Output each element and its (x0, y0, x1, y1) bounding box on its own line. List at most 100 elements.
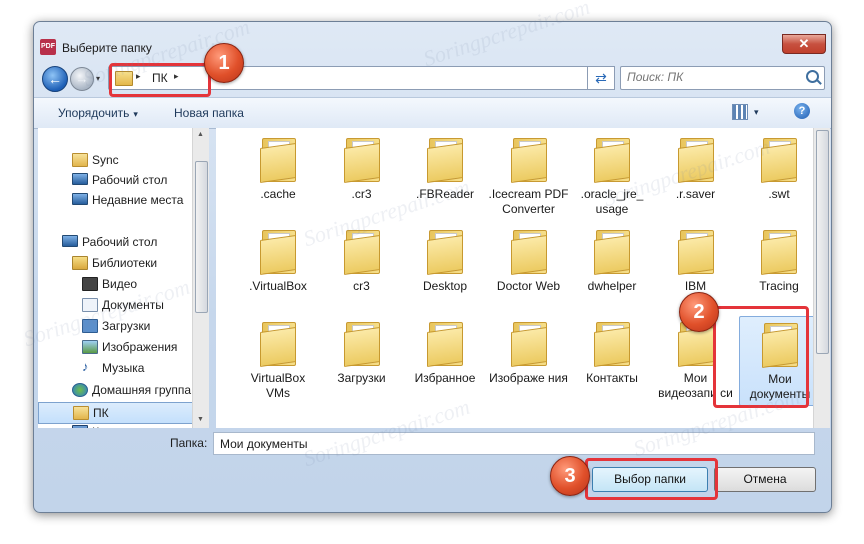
folder-tile[interactable]: Избранное (405, 316, 485, 404)
back-button[interactable]: ← (42, 66, 68, 92)
sidebar-item-label: Sync (92, 153, 119, 167)
folder-tile[interactable]: Desktop (405, 224, 485, 312)
folder-tile-label: Избранное (414, 371, 476, 385)
sidebar-item[interactable]: Недавние места (38, 190, 195, 210)
folder-icon (260, 230, 296, 275)
sidebar-item-label: Видео (102, 277, 138, 291)
search-input[interactable] (621, 67, 797, 87)
folder-name-field[interactable] (213, 432, 815, 455)
folder-tile-label: .cr3 (351, 187, 372, 201)
step-badge-3: 3 (550, 456, 590, 496)
folder-tile-label: .Icecream PDF Converter (488, 187, 569, 216)
help-button[interactable]: ? (794, 103, 810, 119)
folder-icon (677, 138, 714, 183)
folder-tile[interactable]: Tracing (739, 224, 813, 312)
folder-front (594, 326, 630, 367)
folder-icon (510, 230, 547, 275)
search-box[interactable] (620, 66, 825, 90)
folder-icon (260, 322, 296, 367)
folder-icon (72, 153, 88, 167)
folder-tile[interactable]: .Icecream PDF Converter (489, 132, 569, 220)
history-dropdown-icon[interactable]: ▾ (96, 74, 100, 83)
files-scroll-thumb[interactable] (816, 130, 829, 354)
folder-front (510, 142, 547, 183)
folder-front (343, 234, 380, 275)
sidebar-item[interactable]: Загрузки (38, 316, 195, 336)
folder-tile[interactable]: Изображе ния (489, 316, 569, 404)
folder-tile[interactable]: Doctor Web (489, 224, 569, 312)
folder-front (343, 326, 380, 367)
folder-tile[interactable]: .oracle_jre_ usage (572, 132, 652, 220)
folder-front (761, 234, 797, 275)
folder-tile-label: dwhelper (587, 279, 637, 293)
folder-front (677, 142, 714, 183)
folder-tile[interactable]: dwhelper (572, 224, 652, 312)
folder-front (510, 326, 547, 367)
video-icon (82, 277, 98, 291)
organize-button[interactable]: Упорядочить ▾ (58, 106, 138, 120)
folder-front (260, 234, 296, 275)
sidebar-item[interactable]: Документы (38, 295, 195, 315)
folder-tile[interactable]: .r.saver (656, 132, 736, 220)
folder-tile-label: cr3 (353, 279, 370, 293)
folder-front (761, 142, 797, 183)
folder-tile[interactable]: .cr3 (322, 132, 402, 220)
folder-tile-label: Изображе ния (489, 371, 568, 385)
folder-tile[interactable]: .swt (739, 132, 813, 220)
sidebar-item[interactable]: Видео (38, 274, 195, 294)
folder-tile[interactable]: Загрузки (322, 316, 402, 404)
folder-tile[interactable]: VirtualBox VMs (238, 316, 318, 404)
sidebar-item-label: Компьютер (92, 425, 154, 428)
nav-scrollbar[interactable]: ▲ ▼ (192, 128, 209, 428)
sidebar-item[interactable]: ПК (38, 402, 197, 424)
sidebar-item[interactable]: Рабочий стол (38, 170, 195, 190)
sidebar-item[interactable]: ♪ Музыка (38, 358, 195, 378)
folder-front (427, 326, 463, 367)
view-options-icon[interactable] (732, 104, 748, 120)
refresh-button[interactable]: ⇄ (587, 66, 615, 90)
sidebar-item[interactable]: Рабочий стол (38, 232, 195, 252)
sidebar-item-label: Музыка (102, 361, 145, 375)
folder-tile[interactable]: .FBReader (405, 132, 485, 220)
close-button[interactable]: ✕ (782, 34, 826, 54)
folder-tile[interactable]: cr3 (322, 224, 402, 312)
files-scrollbar[interactable] (813, 128, 830, 428)
folder-icon (343, 230, 380, 275)
downloads-icon (82, 319, 98, 333)
folder-tile[interactable]: Контакты (572, 316, 652, 404)
folder-tile[interactable]: .cache (238, 132, 318, 220)
app-icon: PDF (40, 39, 56, 55)
chevron-down-icon[interactable]: ▾ (754, 107, 759, 118)
folder-front (594, 142, 630, 183)
sidebar-item[interactable]: Изображения (38, 337, 195, 357)
desktop-icon (72, 173, 88, 185)
sidebar-item[interactable]: Библиотеки (38, 253, 195, 273)
sidebar-item[interactable]: Sync (38, 150, 195, 170)
folder-icon (427, 322, 463, 367)
sidebar-item[interactable]: Домашняя группа (38, 380, 195, 400)
folder-front (427, 142, 463, 183)
desktop-icon (62, 235, 78, 247)
libraries-icon (72, 256, 88, 270)
folder-tile[interactable]: .VirtualBox (238, 224, 318, 312)
folder-tile-label: .r.saver (675, 187, 716, 201)
scroll-down-icon[interactable]: ▼ (197, 416, 204, 423)
folder-front (260, 142, 296, 183)
sidebar-item-label: Рабочий стол (92, 173, 168, 187)
scroll-up-icon[interactable]: ▲ (197, 131, 204, 138)
folder-icon (427, 138, 463, 183)
cancel-button[interactable]: Отмена (714, 467, 816, 492)
folder-front (427, 234, 463, 275)
search-icon[interactable] (806, 70, 819, 83)
folder-icon (510, 322, 547, 367)
folder-icon (594, 322, 630, 367)
folder-label: Папка: (170, 436, 208, 450)
folder-tile-label: Desktop (422, 279, 468, 293)
folder-icon (343, 322, 380, 367)
window-title: Выберите папку (62, 41, 152, 55)
forward-button[interactable]: → (70, 67, 94, 91)
sidebar-item[interactable]: Компьютер (38, 422, 195, 428)
step-badge-2: 2 (679, 292, 719, 332)
new-folder-button[interactable]: Новая папка (174, 106, 244, 120)
nav-scroll-thumb[interactable] (195, 161, 208, 313)
